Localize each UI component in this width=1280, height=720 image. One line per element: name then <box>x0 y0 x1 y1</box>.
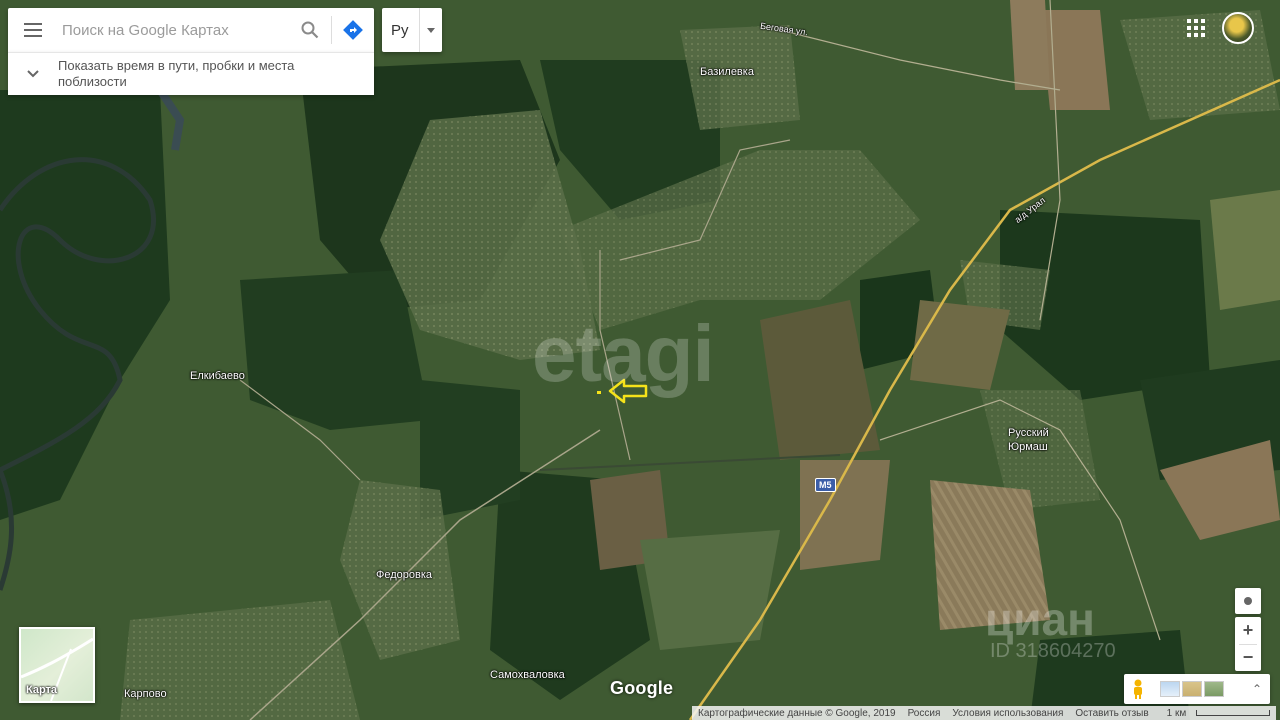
scale-label: 1 км <box>1166 707 1187 719</box>
label-elkibaevo: Елкибаево <box>190 370 245 382</box>
chevron-down-icon[interactable] <box>8 53 58 95</box>
directions-icon <box>343 20 363 40</box>
label-russkiy-yurmash: Русский Юрмаш <box>1008 427 1049 453</box>
feedback-link[interactable]: Оставить отзыв <box>1069 708 1154 719</box>
google-logo: Google <box>610 678 674 698</box>
dropdown-arrow-icon[interactable] <box>420 8 442 52</box>
etagi-watermark: etagi <box>532 309 715 398</box>
search-icon <box>301 21 319 39</box>
menu-button[interactable] <box>8 8 58 52</box>
hamburger-icon <box>24 23 42 37</box>
location-target-icon <box>1244 597 1252 605</box>
my-location-button[interactable] <box>1235 588 1261 614</box>
label-karpovo: Карпово <box>124 688 167 700</box>
expand-button[interactable]: ⌃ <box>1244 674 1270 704</box>
label-samokhvalovka: Самохваловка <box>490 669 565 681</box>
label-fedorovka: Федоровка <box>376 569 433 581</box>
traffic-info-text: Показать время в пути, пробки и места по… <box>58 58 295 89</box>
cian-watermark: циан <box>985 593 1095 645</box>
scale-bar[interactable]: 1 км <box>1155 708 1277 719</box>
thumbnail-map[interactable] <box>1160 681 1180 697</box>
search-button[interactable] <box>289 8 331 52</box>
traffic-info-panel[interactable]: Показать время в пути, пробки и места по… <box>8 52 374 95</box>
apps-grid-icon[interactable] <box>1186 18 1206 38</box>
language-selector[interactable]: Ру <box>382 8 442 52</box>
country-link[interactable]: Россия <box>902 708 947 719</box>
road-shield-m5: M5 <box>815 478 836 492</box>
search-box <box>8 8 374 52</box>
label-bazilevka: Базилевка <box>700 66 754 78</box>
layer-thumbnails <box>1152 681 1224 697</box>
search-input[interactable] <box>58 10 289 50</box>
zoom-out-button[interactable]: − <box>1235 645 1261 671</box>
thumbnail-satellite[interactable] <box>1204 681 1224 697</box>
minimap-label: Карта <box>26 684 58 696</box>
language-label: Ру <box>391 21 409 39</box>
scale-line <box>1196 710 1271 716</box>
account-avatar[interactable] <box>1222 12 1254 44</box>
thumbnail-terrain[interactable] <box>1182 681 1202 697</box>
map-layer-switcher[interactable]: Карта <box>19 627 95 703</box>
copyright-text: Картографические данные © Google, 2019 <box>698 707 896 719</box>
terms-link[interactable]: Условия использования <box>946 708 1069 719</box>
map-footer: Картографические данные © Google, 2019 Р… <box>692 706 1277 720</box>
bottom-controls: ⌃ <box>1124 674 1270 704</box>
cian-listing-id: ID 318604270 <box>990 640 1116 662</box>
directions-button[interactable] <box>332 8 374 52</box>
zoom-in-button[interactable]: + <box>1235 618 1261 644</box>
pegman-icon[interactable] <box>1124 674 1152 704</box>
zoom-control: + − <box>1235 617 1261 671</box>
